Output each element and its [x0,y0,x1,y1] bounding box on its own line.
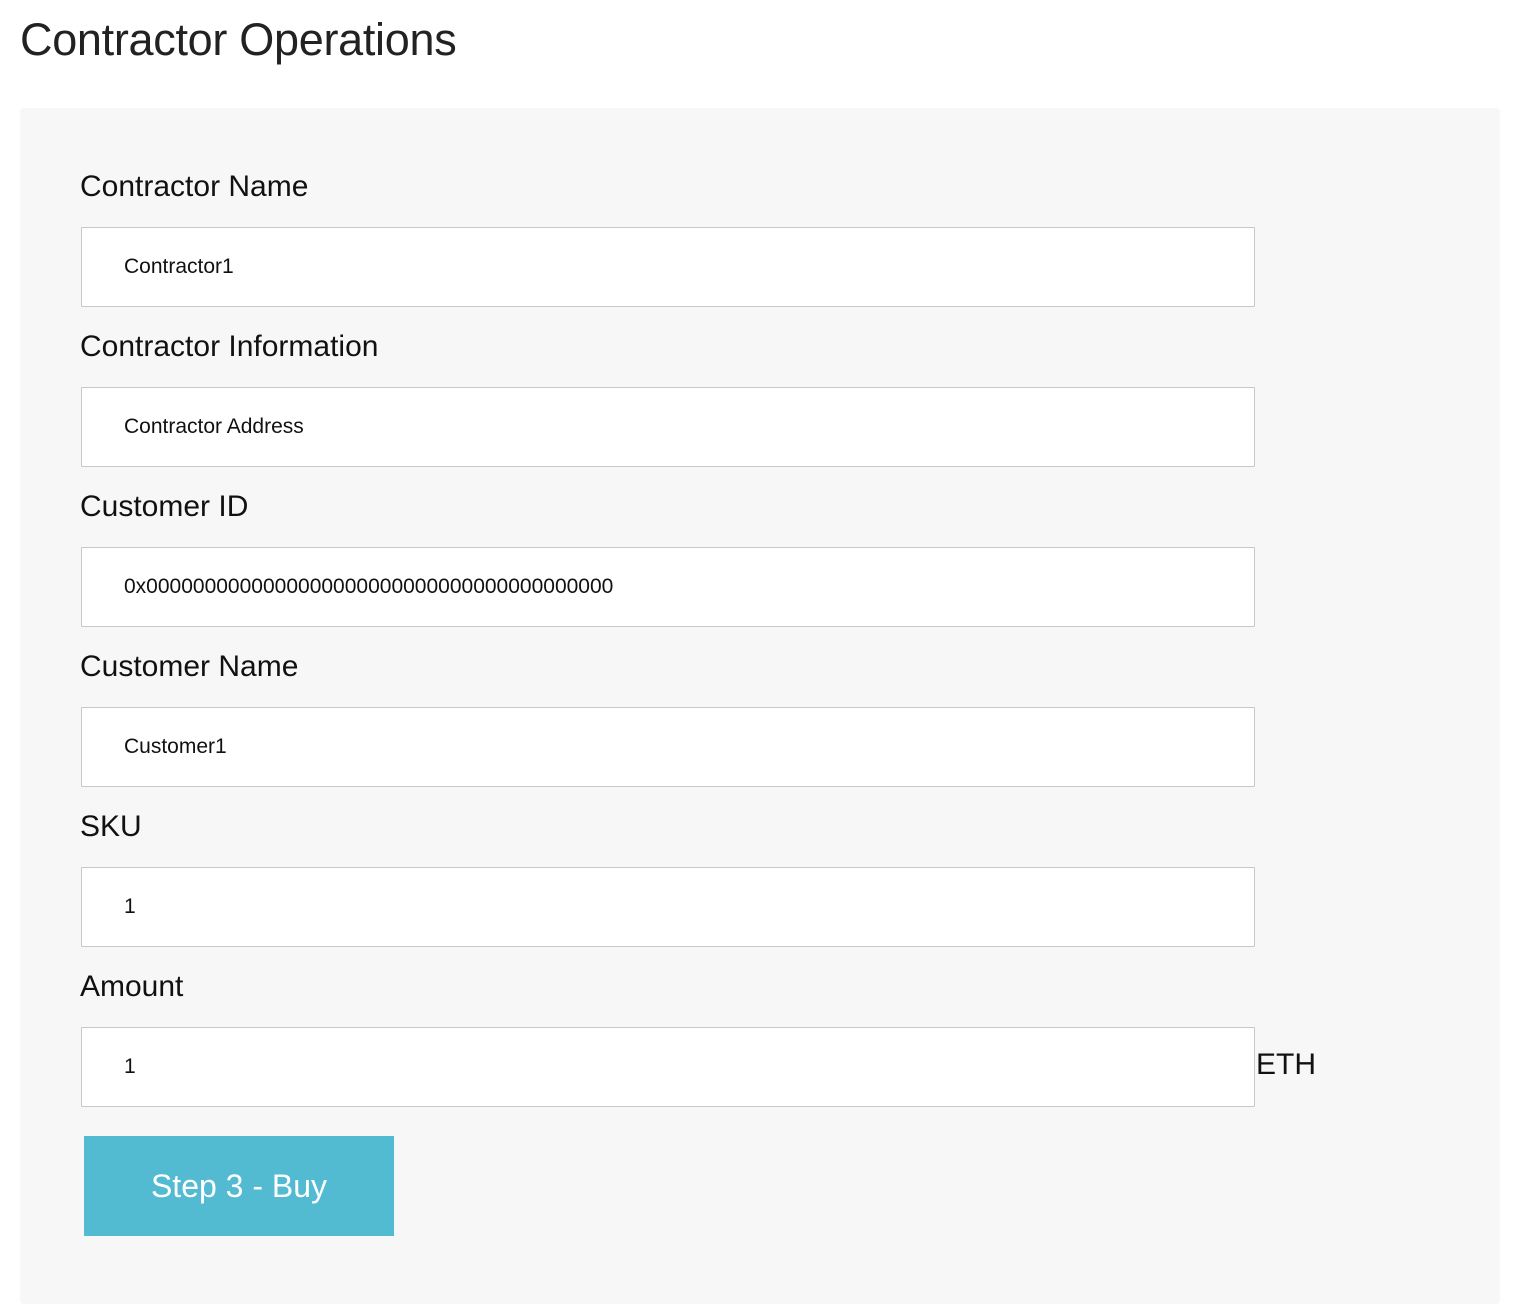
customer-name-input[interactable] [81,707,1255,787]
contractor-information-label: Contractor Information [80,330,379,363]
amount-input[interactable] [81,1027,1255,1107]
page-title: Contractor Operations [20,14,457,65]
customer-name-label: Customer Name [80,650,299,683]
amount-label: Amount [80,970,184,1003]
contractor-name-input[interactable] [81,227,1255,307]
amount-unit-label: ETH [1256,1048,1316,1081]
sku-label: SKU [80,810,142,843]
buy-button[interactable]: Step 3 - Buy [84,1136,394,1236]
customer-id-label: Customer ID [80,490,249,523]
contractor-name-label: Contractor Name [80,170,309,203]
customer-id-input[interactable] [81,547,1255,627]
contractor-information-input[interactable] [81,387,1255,467]
sku-input[interactable] [81,867,1255,947]
contractor-form-panel: Contractor Name Contractor Information C… [20,108,1500,1304]
